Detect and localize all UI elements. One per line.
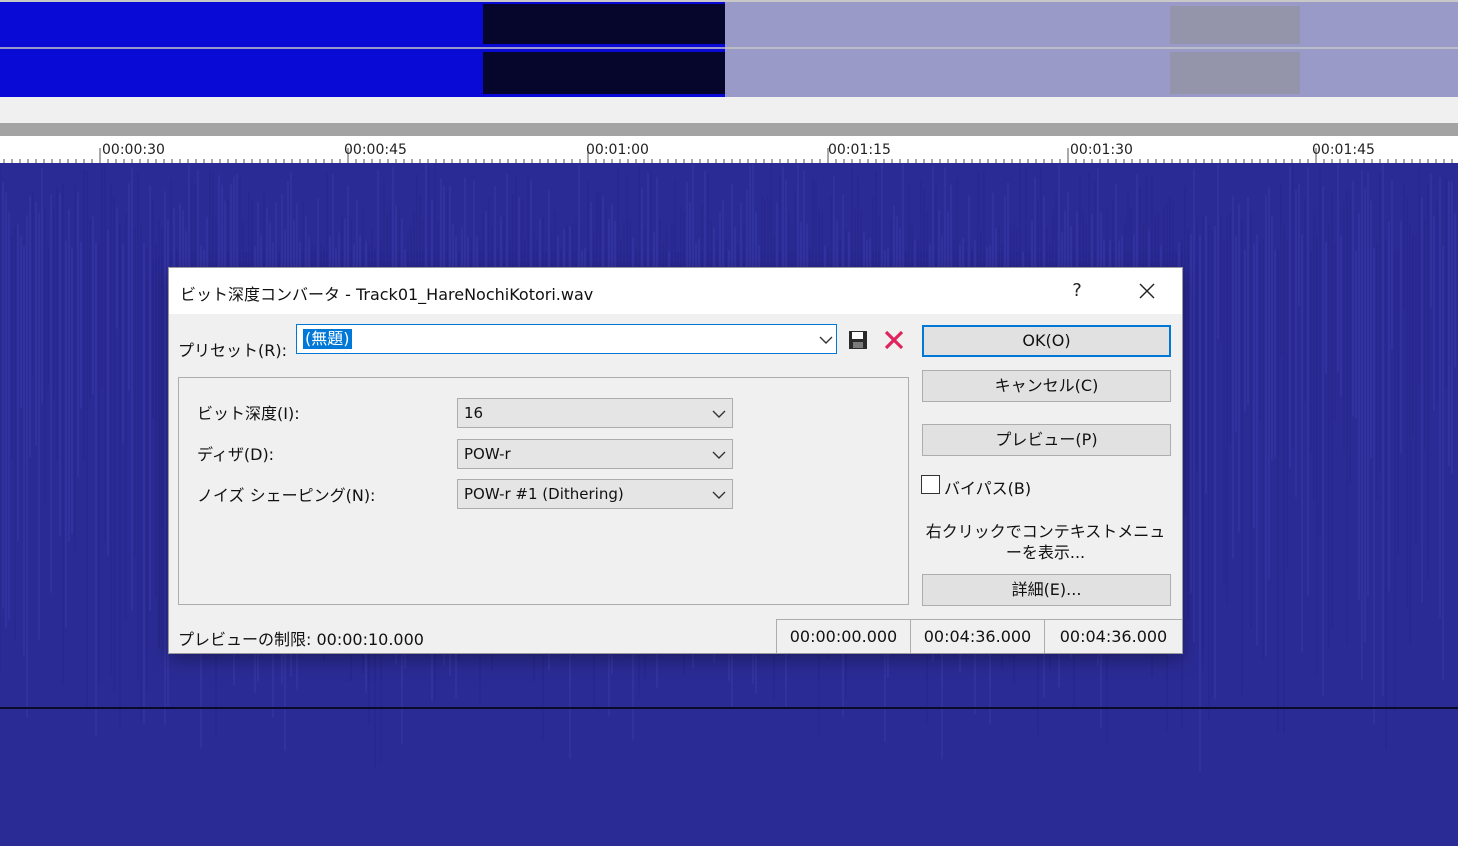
ok-button[interactable]: OK(O) bbox=[922, 325, 1171, 357]
time-ruler[interactable]: 00:00:30 00:00:45 00:01:00 00:01:15 00:0… bbox=[0, 136, 1458, 164]
noise-shaping-label: ノイズ シェーピング(N): bbox=[197, 486, 376, 505]
close-button[interactable] bbox=[1119, 268, 1175, 314]
selection-end-time: 00:04:36.000 bbox=[910, 619, 1044, 653]
preset-combo[interactable]: (無題) bbox=[296, 324, 837, 354]
dither-value: POW-r bbox=[464, 445, 511, 463]
preview-button[interactable]: プレビュー(P) bbox=[922, 424, 1171, 456]
dither-select[interactable]: POW-r bbox=[457, 439, 733, 469]
dialog-titlebar[interactable]: ビット深度コンバータ - Track01_HareNochiKotori.wav… bbox=[169, 268, 1182, 314]
ruler-label: 00:01:15 bbox=[828, 142, 891, 158]
chevron-down-icon bbox=[712, 491, 726, 499]
selection-length-time: 00:04:36.000 bbox=[1044, 619, 1182, 653]
chevron-down-icon bbox=[712, 410, 726, 418]
chevron-down-icon bbox=[819, 336, 833, 344]
ruler-label: 00:01:00 bbox=[586, 142, 649, 158]
delete-preset-icon[interactable] bbox=[882, 328, 906, 352]
ruler-label: 00:00:30 bbox=[102, 142, 165, 158]
ruler-label: 00:01:30 bbox=[1070, 142, 1133, 158]
bit-depth-label: ビット深度(I): bbox=[197, 404, 300, 423]
bit-depth-converter-dialog: ビット深度コンバータ - Track01_HareNochiKotori.wav… bbox=[169, 268, 1182, 653]
ruler-label: 00:01:45 bbox=[1312, 142, 1375, 158]
context-menu-hint: 右クリックでコンテキストメニューを表示... bbox=[925, 522, 1166, 562]
close-icon bbox=[1139, 283, 1155, 299]
save-preset-icon[interactable] bbox=[847, 329, 869, 351]
preset-value: (無題) bbox=[303, 329, 352, 349]
noise-shaping-select[interactable]: POW-r #1 (Dithering) bbox=[457, 479, 733, 509]
cancel-button[interactable]: キャンセル(C) bbox=[922, 370, 1171, 402]
overview-waveform[interactable] bbox=[0, 0, 1458, 97]
bit-depth-select[interactable]: 16 bbox=[457, 398, 733, 428]
noise-shaping-value: POW-r #1 (Dithering) bbox=[464, 485, 624, 503]
ruler-label: 00:00:45 bbox=[344, 142, 407, 158]
dither-label: ディザ(D): bbox=[197, 445, 275, 464]
horizontal-scrollbar[interactable] bbox=[0, 123, 1458, 136]
preset-label: プリセット(R): bbox=[178, 341, 287, 360]
chevron-down-icon bbox=[712, 451, 726, 459]
help-button[interactable]: ? bbox=[1049, 268, 1105, 314]
bit-depth-value: 16 bbox=[464, 404, 484, 422]
bypass-checkbox[interactable] bbox=[921, 475, 940, 494]
help-icon: ? bbox=[1072, 280, 1082, 301]
overview-strip bbox=[0, 97, 1458, 123]
preview-limit: プレビューの制限: 00:00:10.000 bbox=[178, 630, 424, 649]
ruler-ticks bbox=[3, 148, 1453, 163]
details-button[interactable]: 詳細(E)... bbox=[922, 574, 1171, 606]
dialog-title: ビット深度コンバータ - Track01_HareNochiKotori.wav bbox=[180, 285, 594, 304]
settings-group: ビット深度(I): 16 ディザ(D): POW-r ノイズ シェーピング(N)… bbox=[178, 377, 909, 605]
selection-start-time: 00:00:00.000 bbox=[776, 619, 910, 653]
bypass-label[interactable]: バイパス(B) bbox=[944, 475, 1031, 499]
